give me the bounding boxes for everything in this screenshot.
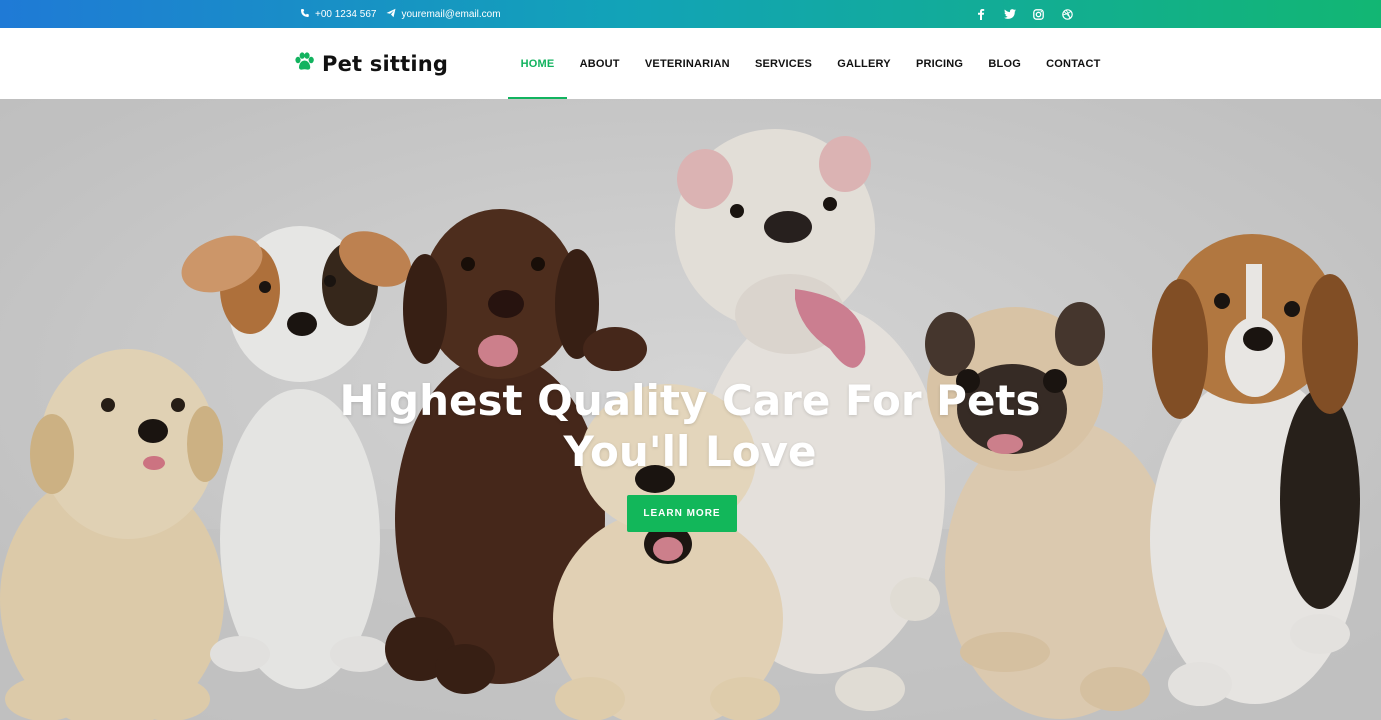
site-header: Pet sitting HOME ABOUT VETERINARIAN SERV… bbox=[0, 28, 1381, 99]
twitter-icon[interactable] bbox=[1003, 8, 1016, 21]
top-bar: +00 1234 567 youremail@email.com bbox=[0, 0, 1381, 28]
hero-title-line1: Highest Quality Care For Pets bbox=[339, 376, 1041, 425]
phone-number: +00 1234 567 bbox=[315, 8, 377, 20]
nav-pricing[interactable]: PRICING bbox=[903, 28, 975, 99]
hero-title-line2: You'll Love bbox=[563, 427, 817, 476]
learn-more-button[interactable]: LEARN MORE bbox=[627, 495, 737, 532]
dribbble-icon[interactable] bbox=[1061, 8, 1074, 21]
facebook-icon[interactable] bbox=[974, 8, 987, 21]
nav-gallery[interactable]: GALLERY bbox=[825, 28, 904, 99]
phone-icon bbox=[300, 8, 310, 21]
main-nav: HOME ABOUT VETERINARIAN SERVICES GALLERY… bbox=[508, 28, 1113, 99]
nav-veterinarian[interactable]: VETERINARIAN bbox=[632, 28, 742, 99]
nav-home[interactable]: HOME bbox=[508, 28, 567, 99]
nav-blog[interactable]: BLOG bbox=[976, 28, 1034, 99]
paper-plane-icon bbox=[386, 8, 396, 21]
social-links bbox=[974, 0, 1074, 28]
email-address: youremail@email.com bbox=[401, 8, 501, 20]
email-contact[interactable]: youremail@email.com bbox=[386, 8, 501, 21]
contact-info: +00 1234 567 youremail@email.com bbox=[300, 0, 501, 28]
brand-name: Pet sitting bbox=[322, 51, 449, 76]
paw-icon bbox=[294, 51, 315, 76]
nav-about[interactable]: ABOUT bbox=[567, 28, 632, 99]
instagram-icon[interactable] bbox=[1032, 8, 1045, 21]
nav-services[interactable]: SERVICES bbox=[742, 28, 824, 99]
phone-contact[interactable]: +00 1234 567 bbox=[300, 8, 376, 21]
hero-section: Highest Quality Care For Pets You'll Lov… bbox=[0, 99, 1381, 720]
nav-contact[interactable]: CONTACT bbox=[1034, 28, 1114, 99]
site-logo[interactable]: Pet sitting bbox=[294, 28, 448, 99]
hero-title: Highest Quality Care For Pets You'll Lov… bbox=[290, 375, 1090, 477]
